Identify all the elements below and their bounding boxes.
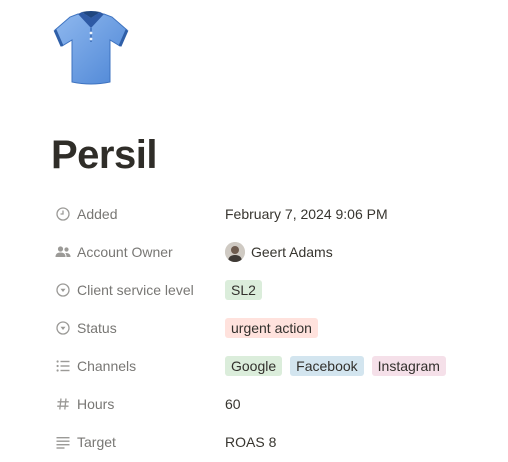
tag-sl2[interactable]: SL2 bbox=[225, 280, 262, 300]
notion-page: Persil Added February 7, 2024 9:06 PM Ac… bbox=[0, 0, 508, 462]
property-label-text: Added bbox=[77, 206, 118, 222]
list-icon bbox=[55, 358, 71, 374]
property-value[interactable]: February 7, 2024 9:06 PM bbox=[225, 206, 388, 222]
property-label-text: Client service level bbox=[77, 282, 194, 298]
property-row-hours[interactable]: Hours 60 bbox=[50, 385, 490, 423]
tag-google[interactable]: Google bbox=[225, 356, 283, 376]
tag-urgent-action[interactable]: urgent action bbox=[225, 318, 318, 338]
property-value[interactable]: ROAS 8 bbox=[225, 434, 276, 450]
text-value: ROAS 8 bbox=[225, 434, 277, 450]
date-value: February 7, 2024 9:06 PM bbox=[225, 206, 388, 222]
hash-icon bbox=[55, 396, 71, 412]
property-label: Channels bbox=[50, 358, 225, 374]
property-label-text: Target bbox=[77, 434, 116, 450]
property-label-text: Account Owner bbox=[77, 244, 173, 260]
tag-instagram[interactable]: Instagram bbox=[371, 356, 446, 376]
property-label: Status bbox=[50, 320, 225, 336]
property-label: Hours bbox=[50, 396, 225, 412]
properties-list: Added February 7, 2024 9:06 PM Account O… bbox=[50, 195, 490, 461]
property-row-status[interactable]: Status urgent action bbox=[50, 309, 490, 347]
property-value[interactable]: urgent action bbox=[225, 318, 326, 338]
avatar bbox=[225, 242, 245, 262]
property-row-account-owner[interactable]: Account Owner Geert Adams bbox=[50, 233, 490, 271]
property-row-added[interactable]: Added February 7, 2024 9:06 PM bbox=[50, 195, 490, 233]
property-value[interactable]: Google Facebook Instagram bbox=[225, 356, 454, 376]
property-row-client-service-level[interactable]: Client service level SL2 bbox=[50, 271, 490, 309]
people-icon bbox=[55, 244, 71, 260]
property-value[interactable]: 60 bbox=[225, 396, 241, 412]
property-label: Client service level bbox=[50, 282, 225, 298]
text-lines-icon bbox=[55, 434, 71, 450]
property-label-text: Hours bbox=[77, 396, 115, 412]
property-label: Added bbox=[50, 206, 225, 222]
select-icon bbox=[55, 320, 71, 336]
property-label: Account Owner bbox=[50, 244, 225, 260]
number-value: 60 bbox=[225, 396, 241, 412]
person-name: Geert Adams bbox=[251, 244, 333, 260]
property-label-text: Status bbox=[77, 320, 117, 336]
property-row-channels[interactable]: Channels Google Facebook Instagram bbox=[50, 347, 490, 385]
property-row-target[interactable]: Target ROAS 8 bbox=[50, 423, 490, 461]
property-label-text: Channels bbox=[77, 358, 137, 374]
property-value[interactable]: SL2 bbox=[225, 280, 270, 300]
property-value[interactable]: Geert Adams bbox=[225, 242, 333, 262]
clock-icon bbox=[55, 206, 71, 222]
tag-facebook[interactable]: Facebook bbox=[290, 356, 364, 376]
property-label: Target bbox=[50, 434, 225, 450]
page-title[interactable]: Persil bbox=[51, 130, 157, 180]
polo-shirt-icon[interactable] bbox=[50, 8, 132, 88]
select-icon bbox=[55, 282, 71, 298]
